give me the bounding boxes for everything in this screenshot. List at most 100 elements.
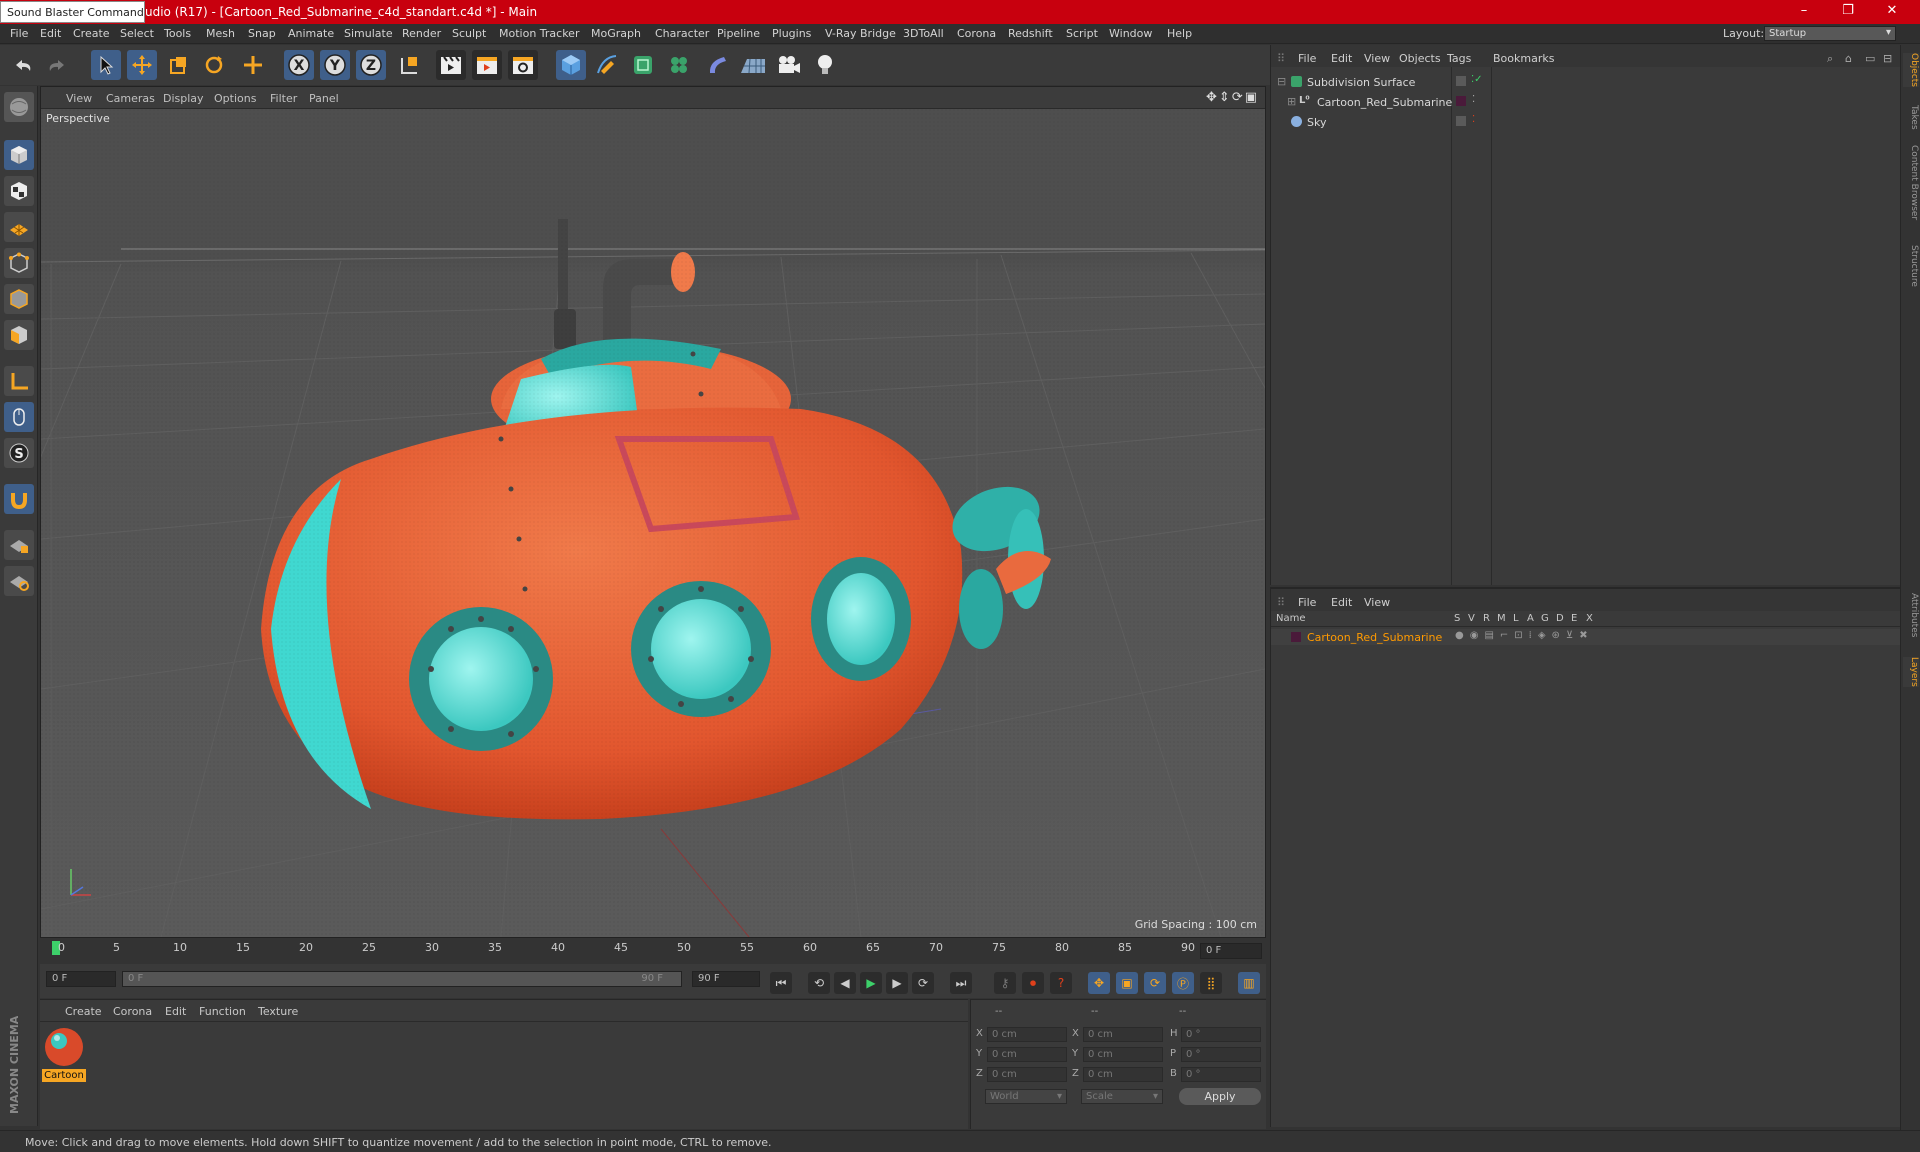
menu-render[interactable]: Render (402, 27, 441, 40)
menu-help[interactable]: Help (1167, 27, 1192, 40)
enabled-check-icon[interactable]: ⁚✓ (1471, 74, 1483, 85)
layout-select[interactable]: Startup ▾ (1764, 26, 1896, 41)
scale-tool-button[interactable] (163, 50, 193, 80)
menu-select[interactable]: Select (120, 27, 154, 40)
magnet-button[interactable] (4, 484, 34, 514)
tab-structure[interactable]: Structure (1903, 245, 1919, 287)
prev-key-button[interactable]: ⟲ (808, 972, 830, 994)
expand-toggle-icon[interactable]: ⊞ (1287, 95, 1296, 108)
vp-menu-options[interactable]: Options (214, 92, 256, 105)
start-frame-field[interactable]: 0 F (46, 971, 116, 987)
end-frame-field[interactable]: 90 F (692, 971, 760, 987)
pos-z-field[interactable]: 0 cm (987, 1067, 1067, 1082)
goto-end-button[interactable]: ⏭ (950, 972, 972, 994)
menu-redshift[interactable]: Redshift (1008, 27, 1053, 40)
menu-file[interactable]: File (10, 27, 28, 40)
pen-spline-button[interactable] (592, 50, 622, 80)
mat-menu-function[interactable]: Function (199, 1005, 246, 1018)
render-view-button[interactable] (436, 50, 466, 80)
layer-toggle-icons[interactable]: ●◉▤⌐⊡⁞◈⊛⊻✖ (1455, 630, 1594, 641)
points-mode-button[interactable] (4, 248, 34, 278)
layer-swatch[interactable] (1456, 116, 1466, 126)
vp-menu-filter[interactable]: Filter (270, 92, 297, 105)
visibility-dots-icon[interactable]: ⁚ (1472, 114, 1475, 125)
y-axis-button[interactable]: Y (320, 50, 350, 80)
menu-create[interactable]: Create (73, 27, 110, 40)
cube-primitive-button[interactable] (556, 50, 586, 80)
key-position-button[interactable]: ✥ (1088, 972, 1110, 994)
menu-3dtoall[interactable]: 3DToAll (903, 27, 944, 40)
size-x-field[interactable]: 0 cm (1083, 1027, 1163, 1042)
home-icon[interactable]: ⌂ (1845, 52, 1852, 65)
layer-swatch[interactable] (1456, 96, 1466, 106)
menu-animate[interactable]: Animate (288, 27, 334, 40)
menu-script[interactable]: Script (1066, 27, 1098, 40)
polygons-mode-button[interactable] (4, 320, 34, 350)
mat-menu-create[interactable]: Create (65, 1005, 102, 1018)
rot-p-field[interactable]: 0 ° (1181, 1047, 1261, 1062)
vp-menu-view[interactable]: View (66, 92, 92, 105)
pos-y-field[interactable]: 0 cm (987, 1047, 1067, 1062)
transform-tool-button[interactable] (238, 50, 268, 80)
tweak-mode-button[interactable] (4, 402, 34, 432)
close-button[interactable]: ✕ (1870, 0, 1914, 24)
mograph-cloner-button[interactable] (664, 50, 694, 80)
menu-window[interactable]: Window (1109, 27, 1152, 40)
rot-b-field[interactable]: 0 ° (1181, 1067, 1261, 1082)
goto-start-button[interactable]: ⏮ (770, 972, 792, 994)
model-mode-button[interactable] (4, 140, 34, 170)
workplane-align-button[interactable] (4, 566, 34, 596)
om-menu-view[interactable]: View (1364, 52, 1390, 65)
om-menu-tags[interactable]: Tags (1447, 52, 1471, 65)
coordinate-system-button[interactable] (394, 50, 424, 80)
snap-button[interactable]: S (4, 438, 34, 468)
x-axis-button[interactable]: X (284, 50, 314, 80)
menu-plugins[interactable]: Plugins (772, 27, 811, 40)
tab-takes[interactable]: Takes (1903, 105, 1919, 130)
viewport-nav-icons[interactable]: ✥⇕⟳▣ (1206, 90, 1259, 105)
keyframe-selection-button[interactable]: ? (1050, 972, 1072, 994)
object-row-submarine[interactable]: ⊞ L⁰ Cartoon_Red_Submarine ⁚ (1271, 94, 1901, 112)
menu-tools[interactable]: Tools (164, 27, 191, 40)
tab-content-browser[interactable]: Content Browser (1903, 145, 1919, 220)
key-pla-button[interactable]: ⣿ (1200, 972, 1222, 994)
autokey-button[interactable]: ⏺ (1022, 972, 1044, 994)
key-rotation-button[interactable]: ⟳ (1144, 972, 1166, 994)
record-keys-button[interactable]: ⚷ (994, 972, 1016, 994)
menu-vray-bridge[interactable]: V-Ray Bridge (825, 27, 896, 40)
size-mode-select[interactable]: Scale ▾ (1081, 1089, 1163, 1104)
texture-mode-button[interactable] (4, 176, 34, 206)
render-picture-viewer-button[interactable] (472, 50, 502, 80)
vp-menu-panel[interactable]: Panel (309, 92, 339, 105)
axis-mode-button[interactable] (4, 366, 34, 396)
tab-layers[interactable]: Layers (1903, 657, 1919, 687)
maximize-button[interactable]: ❐ (1826, 0, 1870, 24)
object-row-sky[interactable]: Sky ⁚ (1271, 114, 1901, 132)
move-tool-button[interactable] (127, 50, 157, 80)
new-view-icon[interactable]: ▭ (1865, 52, 1875, 65)
minimize-button[interactable]: – (1782, 0, 1826, 24)
mat-menu-corona[interactable]: Corona (113, 1005, 152, 1018)
edges-mode-button[interactable] (4, 284, 34, 314)
collapse-icon[interactable]: ⊟ (1883, 52, 1892, 65)
workplane-lock-button[interactable] (4, 530, 34, 560)
floor-button[interactable] (738, 50, 768, 80)
vp-menu-cameras[interactable]: Cameras (106, 92, 155, 105)
menu-sculpt[interactable]: Sculpt (452, 27, 486, 40)
menu-corona[interactable]: Corona (957, 27, 996, 40)
menu-character[interactable]: Character (655, 27, 709, 40)
layer-color-swatch[interactable] (1291, 632, 1301, 642)
om-menu-bookmarks[interactable]: Bookmarks (1493, 52, 1554, 65)
timeline-window-button[interactable]: ▥ (1238, 972, 1260, 994)
search-icon[interactable]: ⌕ (1827, 52, 1833, 66)
vp-menu-display[interactable]: Display (163, 92, 204, 105)
lm-menu-file[interactable]: File (1298, 596, 1316, 609)
prev-frame-button[interactable]: ◀ (834, 972, 856, 994)
subdivision-surface-button[interactable] (628, 50, 658, 80)
menu-mesh[interactable]: Mesh (206, 27, 235, 40)
key-parameter-button[interactable]: Ⓟ (1172, 972, 1194, 994)
redo-button[interactable] (42, 50, 72, 80)
om-menu-edit[interactable]: Edit (1331, 52, 1352, 65)
tab-objects[interactable]: Objects (1903, 53, 1919, 88)
mat-menu-texture[interactable]: Texture (258, 1005, 298, 1018)
